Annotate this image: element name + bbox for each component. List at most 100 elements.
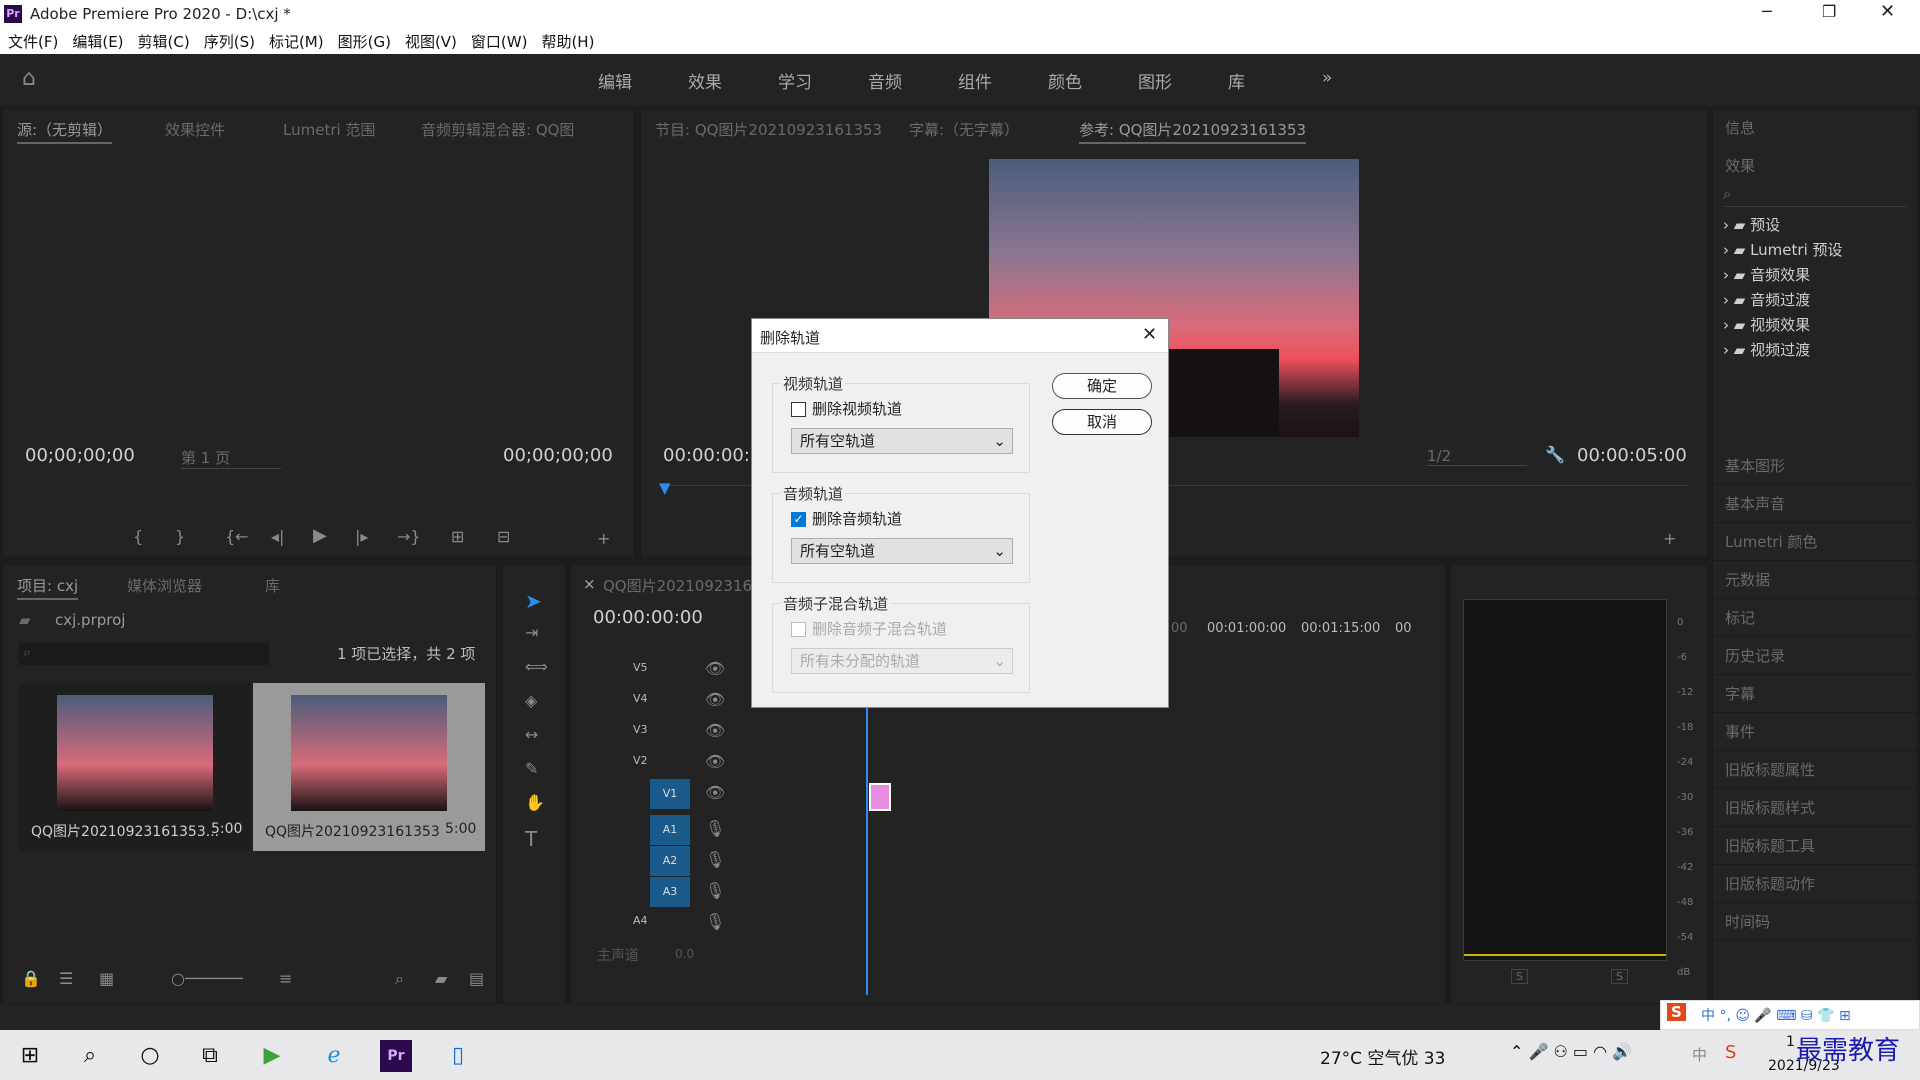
timeline-timecode[interactable]: 00:00:00:00 [593,607,703,628]
effects-audio-transitions-folder[interactable]: › ▰ 音频过渡 [1723,288,1907,313]
microphone-icon[interactable]: 🎙 [705,912,725,931]
go-to-out-icon[interactable]: →} [397,527,421,546]
track-target-a1[interactable]: A1 [650,815,690,845]
tab-audio-clip-mixer[interactable]: 音频剪辑混合器: QQ图 [421,119,574,140]
track-target-a2[interactable]: A2 [650,846,690,876]
menu-view[interactable]: 视图(V) [405,31,457,52]
insert-icon[interactable]: ⊞ [451,527,464,546]
menu-graphics[interactable]: 图形(G) [338,31,391,52]
eye-icon[interactable]: 👁 [705,659,725,678]
system-tray-icons[interactable]: ⌃ 🎤 ⚇ ▭ ◠ 🔊 [1510,1042,1632,1061]
icon-view-icon[interactable]: ▦ [99,969,114,988]
razor-tool-icon[interactable]: ◈ [525,691,537,710]
tab-reference[interactable]: 参考: QQ图片20210923161353 [1079,119,1307,144]
info-panel-tab[interactable]: 信息 [1713,109,1917,147]
panel-legacy-title-tools[interactable]: 旧版标题工具 [1713,827,1917,865]
panel-captions[interactable]: 字幕 [1713,675,1917,713]
panel-legacy-title-styles[interactable]: 旧版标题样式 [1713,789,1917,827]
audio-tracks-select[interactable]: 所有空轨道 ⌄ [791,538,1013,564]
effects-search-icon[interactable]: ⌕ [1723,185,1907,207]
clip-v1[interactable] [869,783,891,811]
menu-marker[interactable]: 标记(M) [269,31,324,52]
panel-legacy-title-actions[interactable]: 旧版标题动作 [1713,865,1917,903]
workspace-learn[interactable]: 学习 [778,68,812,93]
tab-lumetri-scopes[interactable]: Lumetri 范围 [283,119,375,140]
workspace-audio[interactable]: 音频 [868,68,902,93]
effects-preset-folder[interactable]: › ▰ 预设 [1723,213,1907,238]
overwrite-icon[interactable]: ⊟ [497,527,510,546]
delete-submix-tracks-checkbox[interactable]: 删除音频子混合轨道 [791,618,947,639]
resolution-dropdown[interactable]: 1/2 [1427,447,1527,466]
menu-clip[interactable]: 剪辑(C) [138,31,190,52]
project-item[interactable]: QQ图片20210923161353... 5:00 [19,683,251,851]
restore-button[interactable]: ❐ [1822,2,1836,21]
media-player-icon[interactable]: ▶ [256,1040,288,1072]
wrench-icon[interactable]: 🔧 [1545,445,1565,464]
menu-sequence[interactable]: 序列(S) [204,31,255,52]
solo-right-button[interactable]: S [1611,969,1628,984]
eye-icon[interactable]: 👁 [705,783,725,802]
minimize-button[interactable]: ─ [1762,2,1772,21]
hand-tool-icon[interactable]: ✋ [525,793,545,812]
sogou-tray-icon[interactable]: S [1725,1042,1736,1063]
effects-video-effects-folder[interactable]: › ▰ 视频效果 [1723,313,1907,338]
tab-program[interactable]: 节目: QQ图片20210923161353 [655,119,882,140]
task-view-icon[interactable]: ⧉ [194,1040,226,1072]
workspace-edit[interactable]: 编辑 [598,68,632,93]
home-icon[interactable]: ⌂ [22,66,36,91]
sort-icon[interactable]: ≡ [279,969,292,988]
list-view-icon[interactable]: ☰ [59,969,73,988]
zoom-slider[interactable]: ○────── [171,969,243,988]
effects-video-transitions-folder[interactable]: › ▰ 视频过渡 [1723,338,1907,363]
eye-icon[interactable]: 👁 [705,690,725,709]
more-workspaces-icon[interactable]: » [1322,68,1332,88]
workspace-graphics[interactable]: 图形 [1138,68,1172,93]
close-sequence-icon[interactable]: × [583,575,596,593]
microphone-icon[interactable]: 🎙 [705,881,725,900]
workspace-assembly[interactable]: 组件 [958,68,992,93]
tab-effect-controls[interactable]: 效果控件 [165,119,225,140]
find-icon[interactable]: ⌕ [395,969,404,989]
step-back-icon[interactable]: ◂| [271,527,284,546]
close-window-button[interactable]: ✕ [1880,1,1895,22]
panel-timecode[interactable]: 时间码 [1713,903,1917,941]
slip-tool-icon[interactable]: ↔ [525,725,538,744]
workspace-library[interactable]: 库 [1228,68,1245,93]
panel-metadata[interactable]: 元数据 [1713,561,1917,599]
panel-legacy-title-properties[interactable]: 旧版标题属性 [1713,751,1917,789]
type-tool-icon[interactable]: T [525,827,537,851]
step-forward-icon[interactable]: |▸ [355,527,368,546]
tab-media-browser[interactable]: 媒体浏览器 [127,575,202,596]
play-icon[interactable]: ▶ [313,525,327,546]
premiere-taskbar-icon[interactable]: Pr [380,1040,412,1072]
eye-icon[interactable]: 👁 [705,721,725,740]
track-target-a3[interactable]: A3 [650,877,690,907]
panel-events[interactable]: 事件 [1713,713,1917,751]
ime-tool-icons[interactable]: 中 °, ☺ 🎤 ⌨ ⛁ 👕 ⊞ [1701,1005,1851,1025]
lock-icon[interactable]: 🔒 [21,969,41,988]
selection-tool-icon[interactable]: ➤ [525,589,542,613]
delete-audio-tracks-checkbox[interactable]: ✓ 删除音频轨道 [791,508,902,529]
effects-lumetri-folder[interactable]: › ▰ Lumetri 预设 [1723,238,1907,263]
video-tracks-select[interactable]: 所有空轨道 ⌄ [791,428,1013,454]
playhead-marker-icon[interactable]: ▼ [659,479,671,497]
mark-out-icon[interactable]: } [175,527,185,546]
tab-project[interactable]: 项目: cxj [17,575,79,600]
effects-panel-tab[interactable]: 效果 [1713,147,1917,185]
menu-file[interactable]: 文件(F) [8,31,58,52]
microphone-icon[interactable]: 🎙 [705,819,725,838]
track-select-icon[interactable]: ⇥ [525,623,538,642]
eye-icon[interactable]: 👁 [705,752,725,771]
solo-left-button[interactable]: S [1511,969,1528,984]
track-target-v1[interactable]: V1 [650,779,690,809]
page-dropdown[interactable]: 第 1 页 [181,447,281,469]
delete-video-tracks-checkbox[interactable]: 删除视频轨道 [791,398,902,419]
ripple-edit-icon[interactable]: ⟺ [525,657,548,676]
search-icon[interactable]: ⌕ [74,1040,106,1072]
new-item-icon[interactable]: ▤ [469,969,484,988]
new-bin-icon[interactable]: ▰ [435,969,447,988]
tablet-app-icon[interactable]: ▯ [442,1040,474,1072]
cortana-icon[interactable]: ○ [134,1040,166,1072]
workspace-color[interactable]: 颜色 [1048,68,1082,93]
project-search-input[interactable]: ⌕ [19,643,269,665]
